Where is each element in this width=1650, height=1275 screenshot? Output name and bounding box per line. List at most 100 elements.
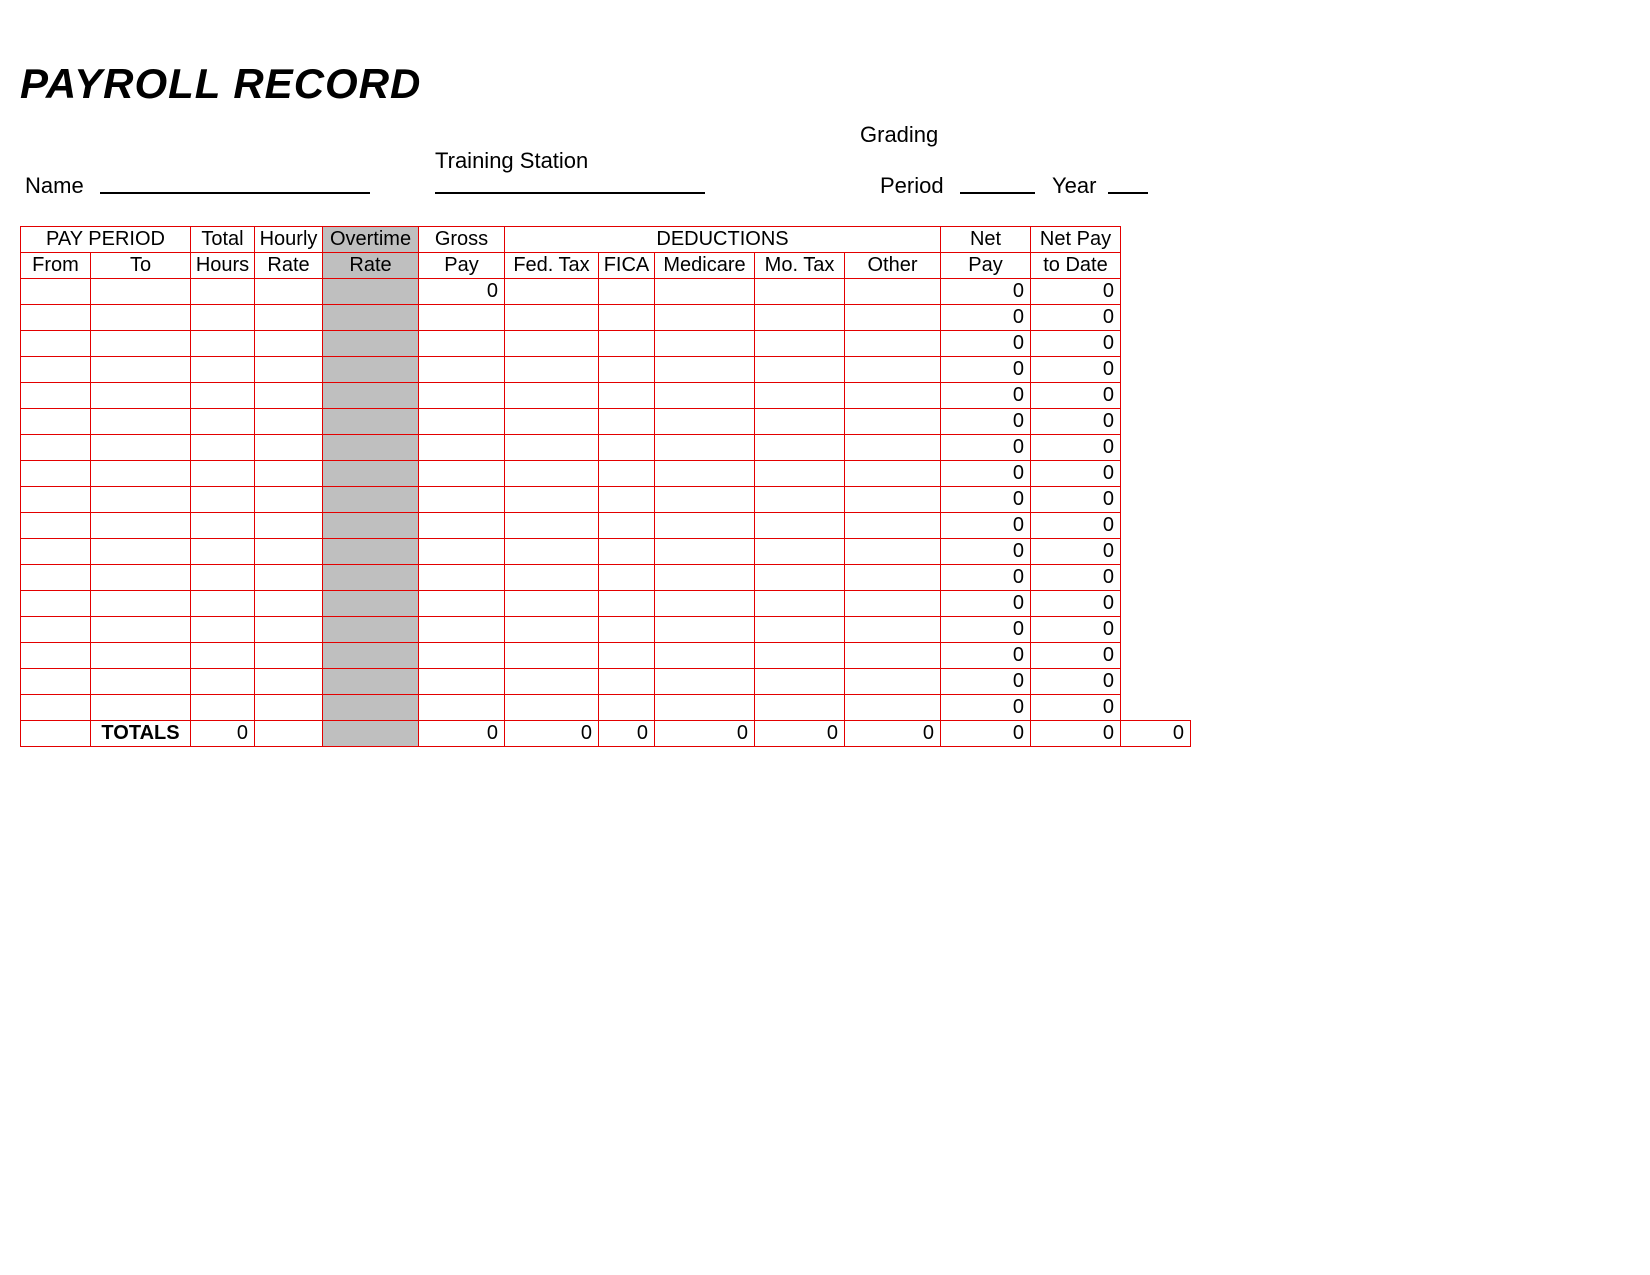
table-header-row-2: From To Hours Rate Rate Pay Fed. Tax FIC… — [21, 253, 1191, 279]
cell-from — [21, 565, 91, 591]
cell-overtime_rate — [323, 357, 419, 383]
table-row: 00 — [21, 487, 1191, 513]
cell-overtime_rate — [323, 669, 419, 695]
cell-hourly_rate — [255, 695, 323, 721]
table-row: 00 — [21, 461, 1191, 487]
cell-gross_pay — [419, 669, 505, 695]
cell-net_pay: 0 — [941, 539, 1031, 565]
cell-hourly_rate — [255, 409, 323, 435]
cell-medicare — [655, 487, 755, 513]
cell-overtime_rate — [323, 565, 419, 591]
cell-net_pay: 0 — [941, 643, 1031, 669]
cell-fica — [599, 331, 655, 357]
header-extra-hidden — [1121, 227, 1191, 253]
cell-other — [845, 409, 941, 435]
totals-row: TOTALS0000000000 — [21, 721, 1191, 747]
cell-extra-hidden — [1121, 565, 1191, 591]
cell-net_pay_to_date: 0 — [1031, 357, 1121, 383]
cell-extra-hidden — [1121, 591, 1191, 617]
header-net-pay-to-date-2: to Date — [1031, 253, 1121, 279]
cell-overtime_rate — [323, 305, 419, 331]
totals-medicare: 0 — [655, 721, 755, 747]
cell-overtime_rate — [323, 617, 419, 643]
cell-fica — [599, 409, 655, 435]
cell-total_hours — [191, 617, 255, 643]
cell-hourly_rate — [255, 279, 323, 305]
cell-gross_pay — [419, 695, 505, 721]
table-row: 00 — [21, 409, 1191, 435]
totals-gross_pay: 0 — [419, 721, 505, 747]
cell-total_hours — [191, 669, 255, 695]
header-net-pay-2: Pay — [941, 253, 1031, 279]
header-mo-tax: Mo. Tax — [755, 253, 845, 279]
table-row: 000 — [21, 279, 1191, 305]
cell-hourly_rate — [255, 565, 323, 591]
cell-hourly_rate — [255, 643, 323, 669]
cell-net_pay_to_date: 0 — [1031, 695, 1121, 721]
cell-medicare — [655, 409, 755, 435]
cell-overtime_rate — [323, 695, 419, 721]
cell-net_pay_to_date: 0 — [1031, 565, 1121, 591]
cell-to — [91, 513, 191, 539]
cell-total_hours — [191, 279, 255, 305]
cell-extra-hidden — [1121, 539, 1191, 565]
table-row: 00 — [21, 357, 1191, 383]
cell-from — [21, 695, 91, 721]
cell-total_hours — [191, 539, 255, 565]
period-blank-line — [960, 192, 1035, 194]
cell-mo_tax — [755, 279, 845, 305]
cell-gross_pay — [419, 461, 505, 487]
cell-fed_tax — [505, 643, 599, 669]
cell-net_pay: 0 — [941, 695, 1031, 721]
header-fica: FICA — [599, 253, 655, 279]
table-row: 00 — [21, 669, 1191, 695]
cell-medicare — [655, 591, 755, 617]
header-overtime-rate: Overtime — [323, 227, 419, 253]
cell-total_hours — [191, 487, 255, 513]
cell-medicare — [655, 617, 755, 643]
cell-gross_pay: 0 — [419, 279, 505, 305]
cell-total_hours — [191, 461, 255, 487]
cell-fed_tax — [505, 305, 599, 331]
cell-fed_tax — [505, 591, 599, 617]
grading-label: Grading — [860, 122, 938, 148]
cell-from — [21, 461, 91, 487]
cell-overtime_rate — [323, 435, 419, 461]
cell-overtime_rate — [323, 461, 419, 487]
cell-medicare — [655, 695, 755, 721]
cell-from — [21, 669, 91, 695]
cell-hourly_rate — [255, 305, 323, 331]
cell-medicare — [655, 669, 755, 695]
cell-gross_pay — [419, 539, 505, 565]
totals-fica: 0 — [599, 721, 655, 747]
cell-to — [91, 331, 191, 357]
cell-total_hours — [191, 513, 255, 539]
cell-fica — [599, 669, 655, 695]
cell-overtime_rate — [323, 513, 419, 539]
header-net-pay-to-date: Net Pay — [1031, 227, 1121, 253]
header-to: To — [91, 253, 191, 279]
cell-extra-hidden — [1121, 331, 1191, 357]
cell-net_pay_to_date: 0 — [1031, 643, 1121, 669]
cell-other — [845, 695, 941, 721]
totals-label: TOTALS — [91, 721, 191, 747]
header-extra-hidden-2 — [1121, 253, 1191, 279]
table-row: 00 — [21, 539, 1191, 565]
cell-medicare — [655, 305, 755, 331]
cell-extra-hidden — [1121, 461, 1191, 487]
cell-medicare — [655, 331, 755, 357]
cell-net_pay: 0 — [941, 357, 1031, 383]
cell-mo_tax — [755, 643, 845, 669]
cell-hourly_rate — [255, 539, 323, 565]
cell-fed_tax — [505, 435, 599, 461]
cell-mo_tax — [755, 669, 845, 695]
cell-net_pay: 0 — [941, 565, 1031, 591]
cell-fica — [599, 487, 655, 513]
table-row: 00 — [21, 331, 1191, 357]
cell-net_pay_to_date: 0 — [1031, 487, 1121, 513]
table-row: 00 — [21, 513, 1191, 539]
cell-to — [91, 435, 191, 461]
cell-net_pay: 0 — [941, 435, 1031, 461]
cell-gross_pay — [419, 383, 505, 409]
cell-net_pay_to_date: 0 — [1031, 669, 1121, 695]
